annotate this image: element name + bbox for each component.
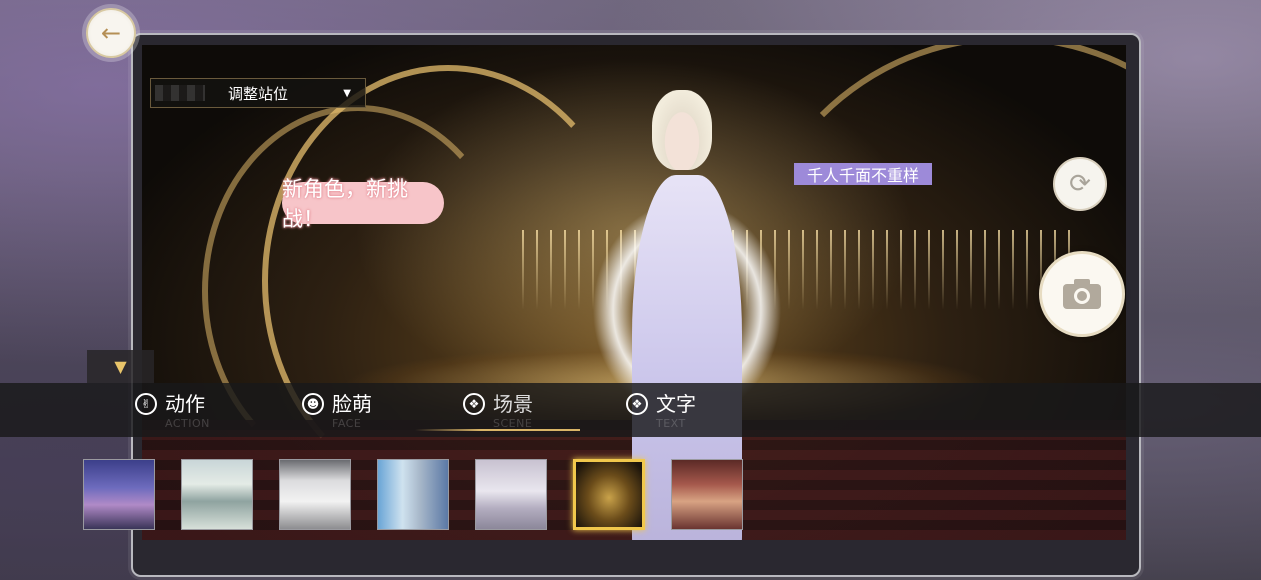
camera-icon (1063, 279, 1101, 309)
scene-icon: ❖ (463, 393, 485, 415)
tab-action[interactable]: ✌ 动作 ACTION (135, 391, 209, 431)
tab-scene[interactable]: ❖ 场景 SCENE (463, 391, 533, 431)
text-icon: ❖ (626, 393, 648, 415)
select-decoration (155, 85, 205, 101)
face-icon: ☻ (302, 393, 324, 415)
text-sticker-pink[interactable]: 新角色，新挑战！ (282, 177, 444, 231)
active-tab-underline (415, 429, 580, 431)
scene-thumb-film-set[interactable] (181, 459, 253, 530)
sticker-purple-text: 千人千面不重样 (806, 166, 919, 185)
tab-english-label: ACTION (165, 417, 210, 430)
scene-thumb-red-hall[interactable] (671, 459, 743, 530)
character-head (652, 90, 712, 170)
camera-button[interactable] (1039, 251, 1125, 337)
back-button[interactable]: ← (86, 8, 136, 58)
scene-thumb-night-city[interactable] (83, 459, 155, 530)
tab-text[interactable]: ❖ 文字 TEXT (626, 391, 696, 431)
tab-label: 动作 (165, 392, 205, 416)
rotate-icon: ⟳ (1069, 169, 1091, 199)
scene-thumb-living-room[interactable] (475, 459, 547, 530)
tab-label: 场景 (493, 392, 533, 416)
scene-thumb-golden-stage[interactable] (573, 459, 645, 530)
sticker-pink-text: 新角色，新挑战！ (282, 177, 408, 231)
tab-face[interactable]: ☻ 脸萌 FACE (302, 391, 372, 431)
position-select[interactable]: 调整站位 ▼ (150, 78, 366, 108)
triangle-down-icon: ▼ (114, 357, 127, 376)
tab-label: 脸萌 (332, 392, 372, 416)
rotate-button[interactable]: ⟳ (1053, 157, 1107, 211)
collapse-panel-button[interactable]: ▼ (87, 350, 154, 383)
triangle-down-icon: ▼ (343, 88, 351, 99)
scene-thumbnail-list (0, 437, 1261, 547)
scene-thumb-white-studio[interactable] (279, 459, 351, 530)
tab-bar: ✌ 动作 ACTION ☻ 脸萌 FACE ❖ 场景 SCENE ❖ 文字 TE… (0, 383, 1261, 437)
text-sticker-purple[interactable]: 千人千面不重样 (794, 163, 932, 185)
tab-english-label: FACE (332, 417, 362, 430)
arrow-left-icon: ← (100, 19, 122, 47)
scene-thumb-wardrobe[interactable] (377, 459, 449, 530)
position-select-label: 调整站位 (227, 84, 288, 103)
tab-label: 文字 (656, 392, 696, 416)
action-icon: ✌ (135, 393, 157, 415)
tab-english-label: TEXT (656, 417, 686, 430)
